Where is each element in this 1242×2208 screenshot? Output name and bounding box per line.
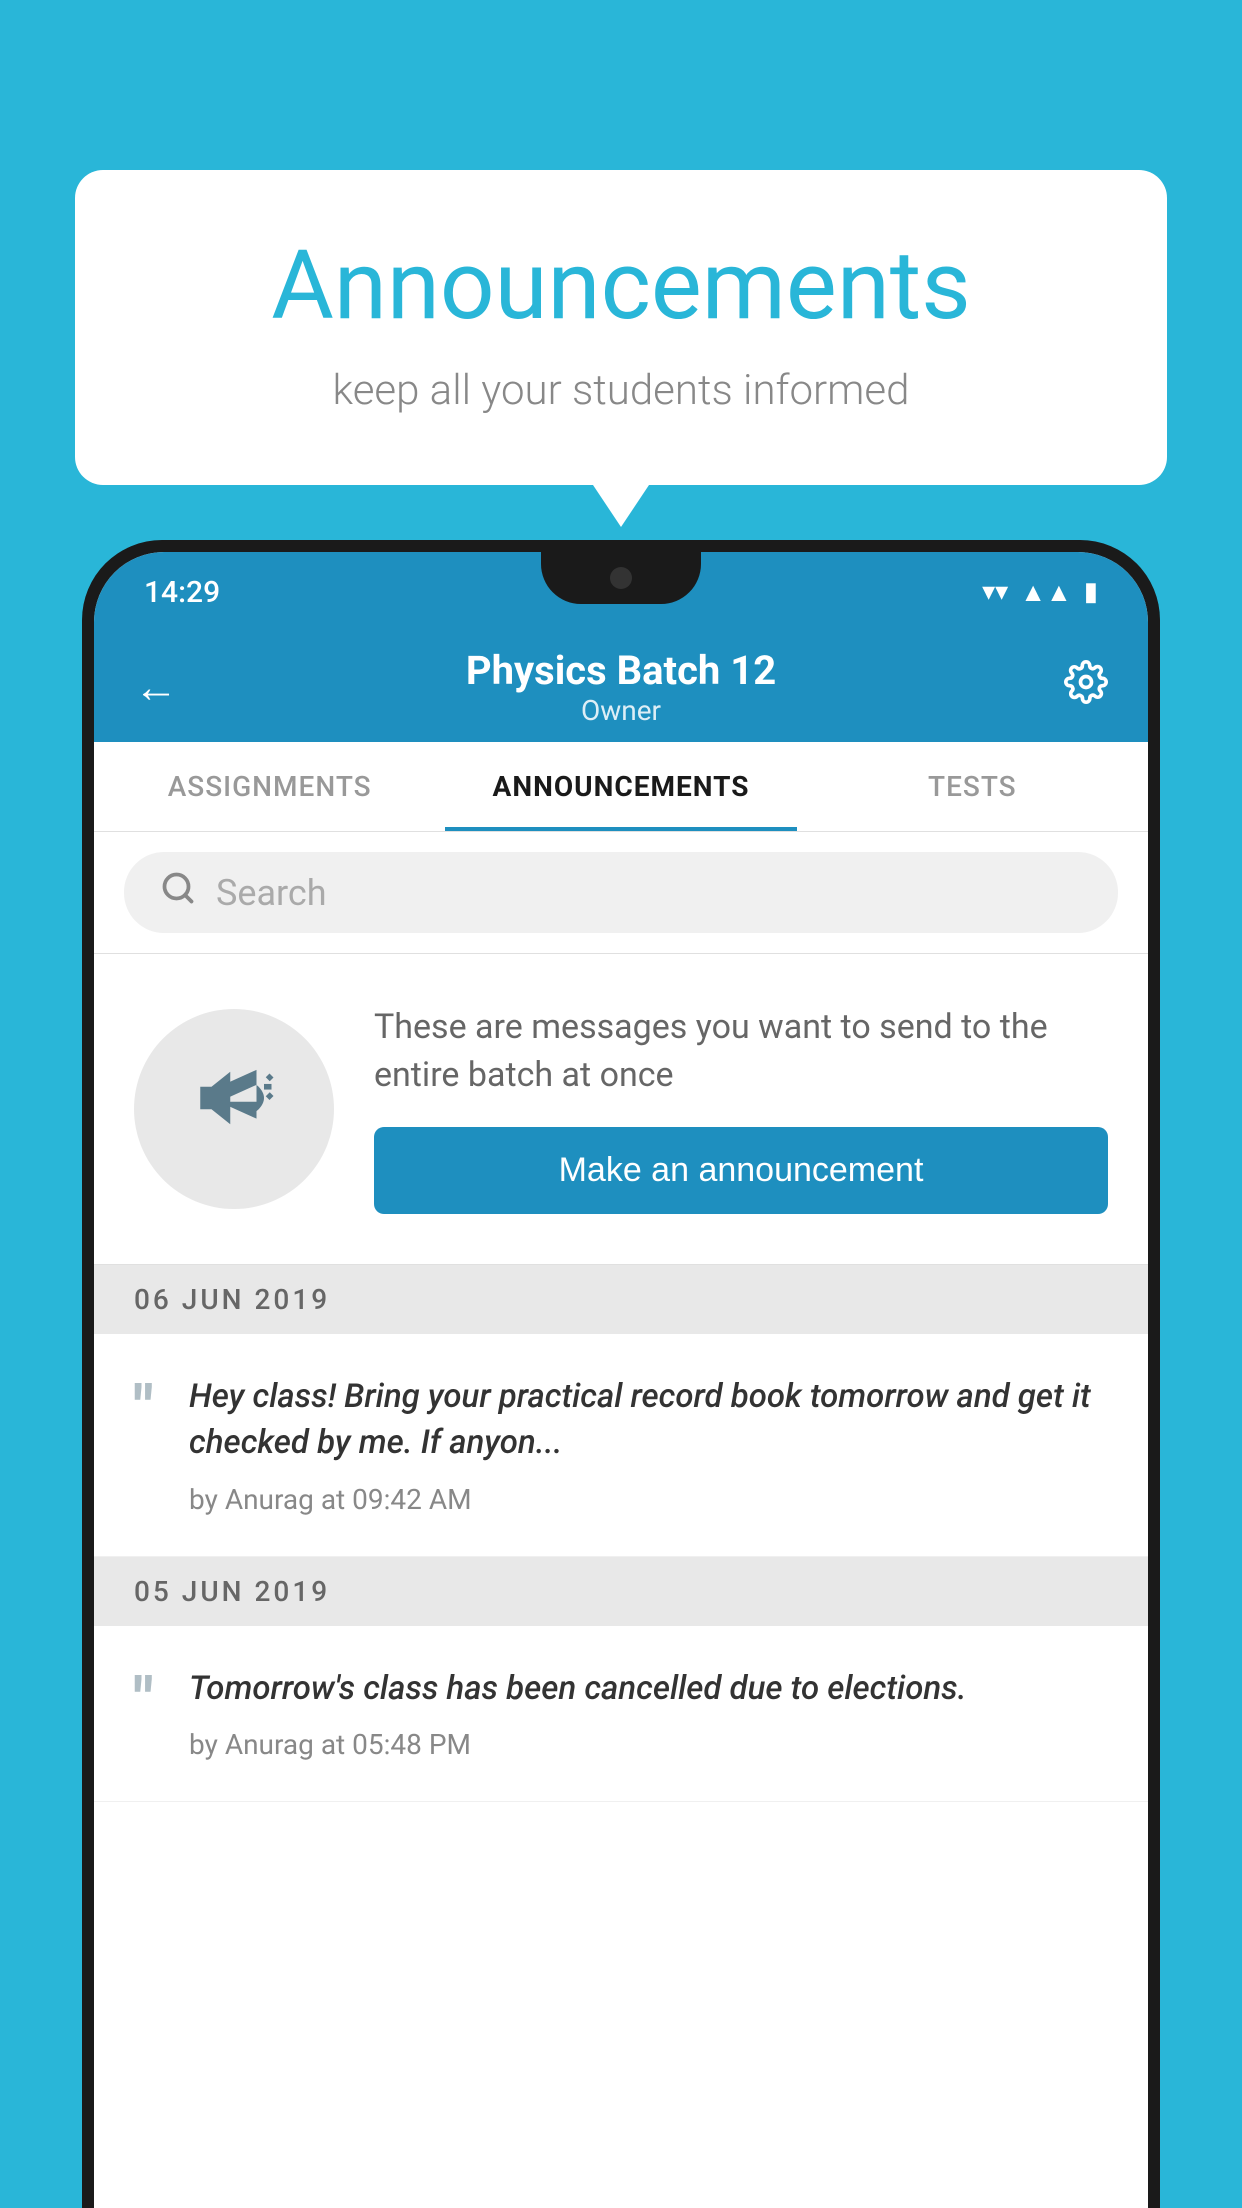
announcement-meta-1: by Anurag at 09:42 AM <box>189 1483 1108 1516</box>
search-bar[interactable]: Search <box>124 852 1118 933</box>
back-button[interactable]: ← <box>134 661 178 713</box>
prompt-description: These are messages you want to send to t… <box>374 1004 1108 1099</box>
date-separator-2: 05 JUN 2019 <box>94 1557 1148 1626</box>
phone-screen: 14:29 ▾▾ ▲▲ ▮ ← Physics Batch 12 Owner <box>94 552 1148 2208</box>
app-bar-title-group: Physics Batch 12 Owner <box>466 647 776 727</box>
quote-icon-2: " <box>134 1670 153 1730</box>
megaphone-icon <box>189 1053 279 1165</box>
app-bar: ← Physics Batch 12 Owner <box>94 632 1148 742</box>
announcement-item-1[interactable]: " Hey class! Bring your practical record… <box>94 1334 1148 1556</box>
date-separator-1: 06 JUN 2019 <box>94 1265 1148 1334</box>
announcement-item-2[interactable]: " Tomorrow's class has been cancelled du… <box>94 1626 1148 1802</box>
phone-frame: 14:29 ▾▾ ▲▲ ▮ ← Physics Batch 12 Owner <box>82 540 1160 2208</box>
front-camera <box>610 567 632 589</box>
status-bar: 14:29 ▾▾ ▲▲ ▮ <box>94 552 1148 632</box>
announcement-text-2: Tomorrow's class has been cancelled due … <box>189 1666 1108 1712</box>
wifi-icon: ▾▾ <box>982 577 1008 607</box>
notch <box>541 552 701 604</box>
content-area: Search <box>94 832 1148 1802</box>
tab-bar: ASSIGNMENTS ANNOUNCEMENTS TESTS <box>94 742 1148 832</box>
megaphone-circle <box>134 1009 334 1209</box>
announcement-text-1: Hey class! Bring your practical record b… <box>189 1374 1108 1466</box>
settings-button[interactable] <box>1064 660 1108 714</box>
app-bar-subtitle: Owner <box>466 694 776 727</box>
speech-bubble-section: Announcements keep all your students inf… <box>75 170 1167 485</box>
announcement-content-1: Hey class! Bring your practical record b… <box>189 1374 1108 1515</box>
make-announcement-button[interactable]: Make an announcement <box>374 1127 1108 1214</box>
search-input[interactable]: Search <box>216 872 327 914</box>
signal-icon: ▲▲ <box>1020 577 1071 608</box>
prompt-right: These are messages you want to send to t… <box>374 1004 1108 1214</box>
tab-announcements[interactable]: ANNOUNCEMENTS <box>445 742 796 831</box>
status-time: 14:29 <box>144 575 220 610</box>
battery-icon: ▮ <box>1084 577 1098 607</box>
announcement-meta-2: by Anurag at 05:48 PM <box>189 1728 1108 1761</box>
speech-bubble: Announcements keep all your students inf… <box>75 170 1167 485</box>
status-icons: ▾▾ ▲▲ ▮ <box>982 577 1098 608</box>
tab-tests[interactable]: TESTS <box>797 742 1148 831</box>
app-bar-title: Physics Batch 12 <box>466 647 776 694</box>
tab-assignments[interactable]: ASSIGNMENTS <box>94 742 445 831</box>
search-bar-container: Search <box>94 832 1148 954</box>
search-icon <box>160 870 196 915</box>
bubble-title: Announcements <box>155 230 1087 342</box>
announcement-content-2: Tomorrow's class has been cancelled due … <box>189 1666 1108 1761</box>
quote-icon-1: " <box>134 1378 153 1438</box>
bubble-subtitle: keep all your students informed <box>155 366 1087 415</box>
announcement-prompt: These are messages you want to send to t… <box>94 954 1148 1265</box>
